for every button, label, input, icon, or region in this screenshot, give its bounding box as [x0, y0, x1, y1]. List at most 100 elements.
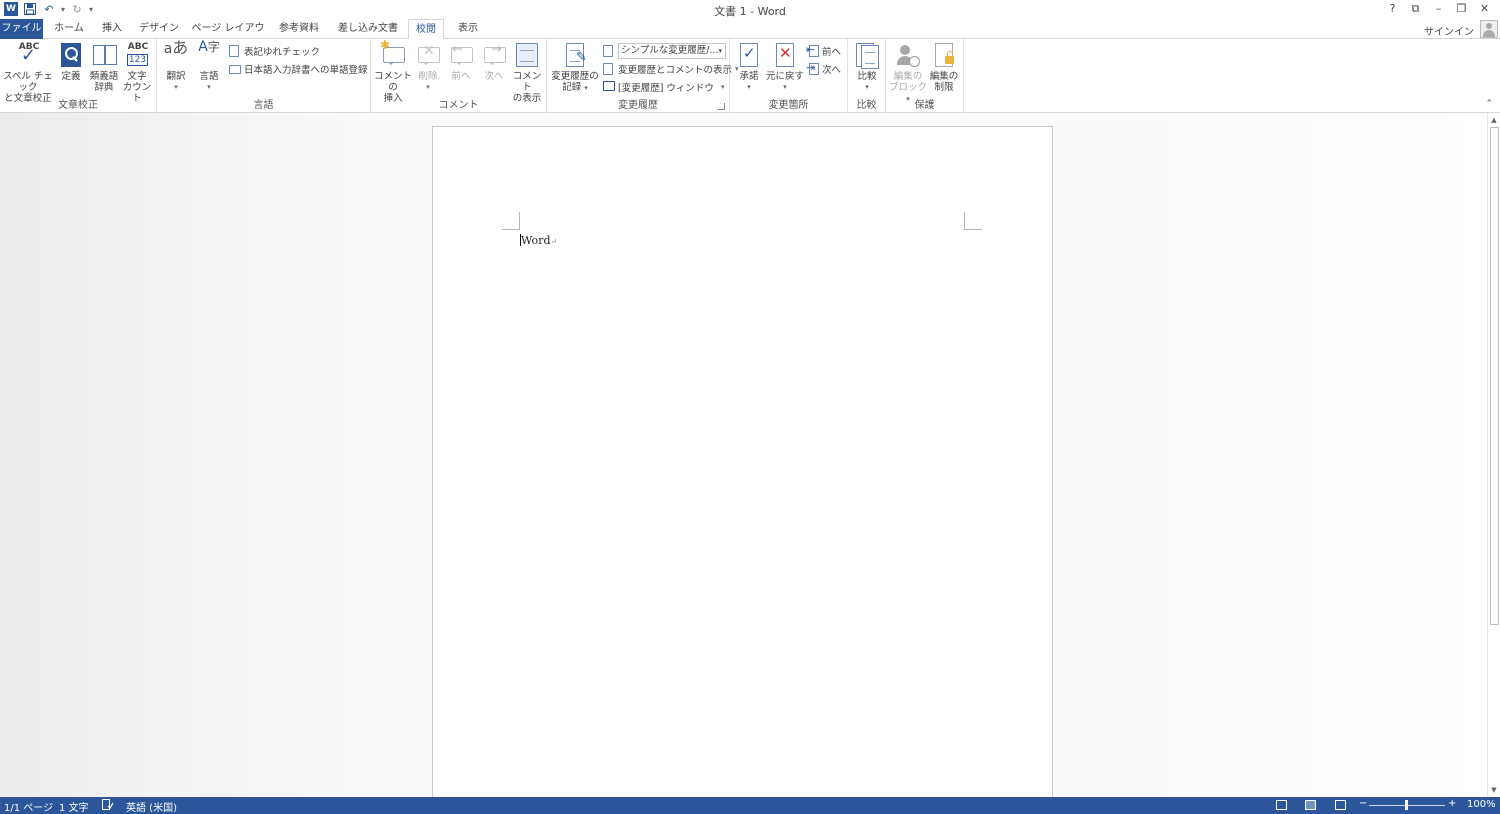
web-layout-icon[interactable]: [1335, 800, 1346, 810]
language-status[interactable]: 英語 (米国): [126, 799, 177, 814]
next-comment-button[interactable]: → 次へ: [479, 42, 509, 82]
tab-file[interactable]: ファイル: [0, 19, 43, 39]
translate-icon: aあ: [163, 38, 189, 57]
restrict-editing-button[interactable]: 編集の 制限: [928, 42, 960, 93]
minimize-button[interactable]: –: [1429, 1, 1448, 17]
zoom-slider-thumb[interactable]: [1405, 800, 1408, 810]
group-label-compare: 比較: [856, 100, 877, 111]
block-authors-icon: [895, 42, 921, 69]
collapse-ribbon-icon[interactable]: ⌃: [1485, 99, 1493, 109]
define-button[interactable]: 定義: [57, 42, 85, 82]
consistency-check-button[interactable]: 表記ゆれチェック: [228, 43, 320, 59]
zoom-in-button[interactable]: +: [1448, 798, 1456, 809]
zoom-out-button[interactable]: −: [1359, 798, 1367, 809]
display-for-review-select[interactable]: シンプルな変更履歴/... ▾: [618, 43, 726, 59]
document-workspace: Word↵: [0, 113, 1487, 797]
compare-button[interactable]: 比較 ▾: [852, 42, 882, 93]
vertical-scrollbar[interactable]: ▲ ▼: [1487, 113, 1500, 797]
delete-comment-label: 削除: [418, 71, 438, 82]
track-changes-label-2-text: 記録: [562, 82, 582, 93]
accept-icon: ✓: [736, 42, 762, 69]
scrollbar-thumb[interactable]: [1490, 127, 1499, 625]
reviewing-pane-label: [変更履歴] ウィンドウ: [618, 83, 714, 94]
translate-dropdown-icon: ▾: [174, 83, 178, 91]
restore-button[interactable]: ❐: [1452, 1, 1471, 17]
save-icon[interactable]: [23, 2, 37, 16]
next-change-label: 次へ: [822, 65, 842, 76]
tab-references[interactable]: 参考資料: [274, 19, 324, 39]
language-label: 言語: [199, 71, 219, 82]
undo-icon[interactable]: ↶: [42, 2, 56, 16]
sign-in-link[interactable]: サインイン: [1424, 23, 1474, 38]
block-authors-label-2-text: ブロック: [889, 82, 928, 93]
register-word-button[interactable]: 日本語入力辞書への単語登録: [228, 61, 368, 77]
tab-design[interactable]: デザイン: [138, 19, 180, 39]
group-language: aあ 翻訳 ▾ A字 言語 ▾ 表記ゆれチェック 日本語入力辞書への単語登録 言…: [157, 39, 371, 113]
reject-button[interactable]: ✕ 元に戻す ▾: [766, 42, 804, 93]
group-compare: 比較 ▾ 比較: [848, 39, 886, 113]
tab-insert[interactable]: 挿入: [96, 19, 128, 39]
new-comment-icon: ✱: [380, 39, 406, 69]
previous-change-button[interactable]: ⇤ 前へ: [806, 43, 841, 59]
close-button[interactable]: ✕: [1475, 1, 1494, 17]
consistency-check-label: 表記ゆれチェック: [244, 47, 321, 58]
reject-icon: ✕: [772, 42, 798, 69]
language-button[interactable]: A字 言語 ▾: [193, 40, 225, 93]
group-protect: 編集の ブロック ▾ 編集の 制限 保護: [886, 39, 964, 113]
thesaurus-button[interactable]: 類義語 辞典: [87, 42, 121, 93]
abc-label: ABC: [127, 42, 149, 52]
spelling-grammar-button[interactable]: ABC ✓ スペル チェック と文章校正: [1, 42, 55, 104]
show-comments-button[interactable]: コメント の表示: [510, 42, 544, 104]
next-comment-label: 次へ: [484, 71, 504, 82]
translate-button[interactable]: aあ 翻訳 ▾: [160, 38, 192, 93]
word-count-button[interactable]: ABC 123 文字 カウント: [121, 42, 153, 104]
spelling-label-1: スペル チェック: [3, 71, 53, 93]
word-app-icon[interactable]: W: [4, 2, 18, 16]
document-page[interactable]: Word↵: [432, 126, 1053, 797]
ribbon-display-options-button[interactable]: ⧉: [1406, 1, 1425, 17]
read-mode-icon[interactable]: [1276, 800, 1287, 810]
tab-mailings[interactable]: 差し込み文書: [334, 19, 402, 39]
document-body[interactable]: Word↵: [520, 234, 557, 247]
tab-view[interactable]: 表示: [452, 19, 484, 39]
group-label-comments: コメント: [438, 100, 479, 111]
delete-comment-button[interactable]: ✕ 削除 ▾: [414, 42, 442, 93]
group-label-tracking: 変更履歴: [618, 100, 658, 111]
page-count[interactable]: 1/1 ページ: [4, 799, 53, 814]
show-markup-button[interactable]: 変更履歴とコメントの表示 ▾: [602, 61, 739, 77]
print-layout-icon[interactable]: [1305, 800, 1316, 810]
group-comments: ✱ コメントの 挿入 ✕ 削除 ▾ ← 前へ → 次へ コメント の表示 コメン…: [371, 39, 547, 113]
redo-icon[interactable]: ↻: [70, 2, 84, 16]
define-icon: [58, 42, 84, 69]
proofing-status-icon[interactable]: [102, 799, 114, 813]
zoom-level[interactable]: 100%: [1467, 799, 1496, 810]
undo-dropdown-icon[interactable]: ▾: [61, 5, 65, 14]
track-changes-label-1: 変更履歴の: [551, 71, 599, 82]
display-for-review-icon: [602, 44, 615, 58]
tab-page-layout[interactable]: ページ レイアウト: [190, 19, 266, 53]
previous-comment-icon: ←: [448, 42, 474, 69]
next-change-button[interactable]: ⇥ 次へ: [806, 61, 841, 77]
avatar-icon[interactable]: [1480, 20, 1498, 38]
word-count[interactable]: 1 文字: [59, 799, 89, 814]
customize-qat-icon[interactable]: ▾: [89, 5, 93, 14]
spelling-check-icon: ABC ✓: [15, 42, 41, 69]
scroll-up-icon[interactable]: ▲: [1488, 114, 1500, 126]
delete-dropdown-icon: ▾: [426, 83, 430, 91]
group-label-changes: 変更箇所: [768, 100, 809, 111]
accept-button[interactable]: ✓ 承諾 ▾: [735, 42, 763, 93]
tab-home[interactable]: ホーム: [50, 19, 88, 39]
tab-review[interactable]: 校閲: [408, 19, 444, 40]
scroll-down-icon[interactable]: ▼: [1488, 784, 1500, 796]
new-comment-button[interactable]: ✱ コメントの 挿入: [373, 39, 413, 104]
track-changes-button[interactable]: ✎ 変更履歴の 記録 ▾: [550, 42, 600, 94]
next-change-icon: ⇥: [806, 61, 819, 76]
track-changes-icon: ✎: [562, 42, 588, 69]
reviewing-pane-button[interactable]: [変更履歴] ウィンドウ ▾: [602, 79, 724, 95]
new-comment-label-1: コメントの: [373, 71, 412, 93]
help-button[interactable]: ?: [1383, 1, 1402, 17]
previous-comment-button[interactable]: ← 前へ: [446, 42, 476, 82]
chevron-down-icon: ▾: [718, 47, 722, 55]
tracking-dialog-launcher-icon[interactable]: [718, 103, 725, 110]
track-changes-dropdown-icon: ▾: [584, 84, 588, 92]
